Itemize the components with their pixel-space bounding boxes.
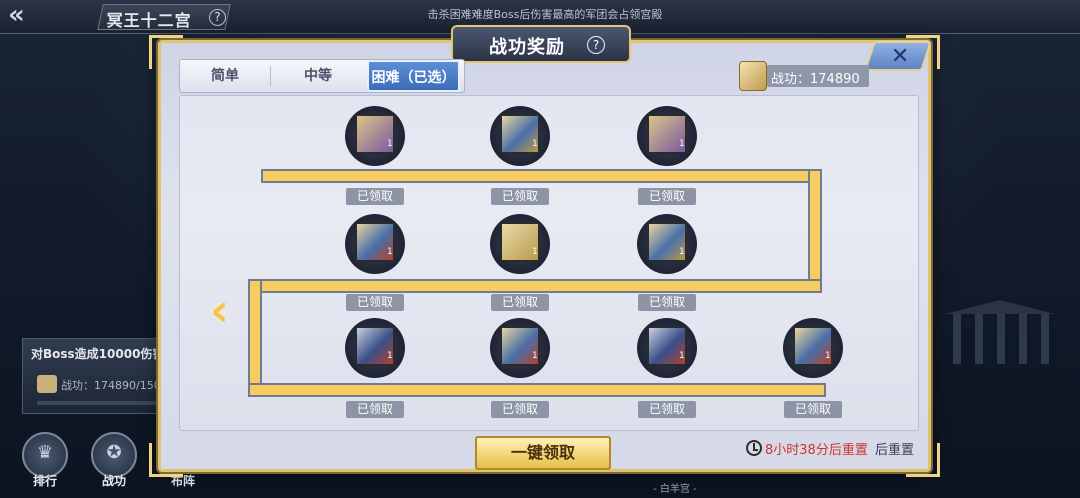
claimed-badge: 已领取: [346, 188, 404, 205]
claimed-badge: 已领取: [638, 294, 696, 311]
reward-item[interactable]: 1: [490, 106, 550, 166]
panel-title: 战功奖励: [489, 37, 565, 58]
clock-icon: [746, 440, 762, 456]
palace-name: - 白羊宫 -: [653, 484, 697, 495]
track-path: [248, 279, 822, 293]
item-quantity: 1: [825, 351, 831, 361]
reward-item[interactable]: 1: [637, 318, 697, 378]
claimed-badge: 已领取: [638, 188, 696, 205]
panel-header: 战功奖励 ?: [451, 25, 631, 63]
merit-reward-panel: 战功奖励 ? ✕ 简单 中等 困难（已选） 战功：174890 ‹ 1 已领取 …: [149, 25, 940, 477]
merit-display: 战功：174890: [767, 65, 869, 87]
item-quantity: 1: [387, 139, 393, 149]
claimed-badge: 已领取: [491, 294, 549, 311]
reward-item[interactable]: 1: [637, 214, 697, 274]
scroll-icon: [37, 375, 57, 393]
scroll-icon: [739, 61, 767, 91]
help-icon[interactable]: ?: [587, 36, 605, 54]
top-notice: 击杀困难难度Boss后伤害最高的军团会占领宫殿: [427, 8, 663, 21]
claimed-badge: 已领取: [491, 401, 549, 418]
claim-all-button[interactable]: 一键领取: [475, 436, 611, 470]
item-quantity: 1: [679, 139, 685, 149]
tab-normal[interactable]: 中等: [271, 60, 365, 92]
reward-item[interactable]: 1: [637, 106, 697, 166]
scene-title: 冥王十二宫: [106, 11, 192, 30]
previous-page-arrow[interactable]: ‹: [210, 286, 240, 338]
difficulty-tabs: 简单 中等 困难（已选）: [179, 59, 465, 93]
temple-silhouette: [935, 300, 1065, 370]
item-quantity: 1: [679, 247, 685, 257]
quest-progress: 战功：174890/1500: [61, 379, 168, 392]
tab-hard[interactable]: 困难（已选）: [367, 60, 460, 92]
item-quantity: 1: [532, 139, 538, 149]
scene-help-icon[interactable]: ?: [209, 9, 226, 26]
claimed-badge: 已领取: [346, 294, 404, 311]
reward-item[interactable]: 1: [490, 318, 550, 378]
reward-item[interactable]: 1: [490, 214, 550, 274]
track-path: [248, 279, 262, 397]
ornament-corner: [149, 35, 183, 69]
medal-icon: ✪: [106, 442, 122, 463]
item-quantity: 1: [532, 247, 538, 257]
quest-card[interactable]: 对Boss造成10000伤害 战功：174890/1500: [22, 338, 172, 414]
claimed-badge: 已领取: [638, 401, 696, 418]
merit-value: 战功：174890: [771, 72, 860, 87]
item-quantity: 1: [387, 351, 393, 361]
tab-easy[interactable]: 简单: [180, 60, 270, 92]
reset-countdown: 8小时38分后重置: [765, 443, 868, 458]
item-quantity: 1: [532, 351, 538, 361]
track-path: [248, 383, 826, 397]
close-button[interactable]: ✕: [864, 41, 932, 71]
merit-label: 战功: [101, 474, 126, 488]
claimed-badge: 已领取: [491, 188, 549, 205]
back-button[interactable]: «: [8, 2, 56, 30]
crown-icon: ♛: [36, 442, 54, 463]
item-quantity: 1: [679, 351, 685, 361]
close-icon: ✕: [890, 44, 910, 69]
reward-item[interactable]: 1: [345, 214, 405, 274]
item-quantity: 1: [387, 247, 393, 257]
quest-title: 对Boss造成10000伤害: [31, 347, 165, 361]
ornament-corner: [149, 443, 183, 477]
reward-item[interactable]: 1: [345, 318, 405, 378]
reward-item[interactable]: 1: [783, 318, 843, 378]
claimed-badge: 已领取: [784, 401, 842, 418]
track-path: [261, 169, 822, 183]
claimed-badge: 已领取: [346, 401, 404, 418]
rank-label: 排行: [32, 474, 57, 488]
reset-suffix: 后重置: [875, 443, 915, 458]
reward-item[interactable]: 1: [345, 106, 405, 166]
reward-track: ‹ 1 已领取 1 已领取 1 已领取 1 已领取 1 已领取 1 已领取 1 …: [179, 95, 919, 431]
track-path: [808, 169, 822, 293]
quest-progress-bar: [37, 401, 167, 405]
